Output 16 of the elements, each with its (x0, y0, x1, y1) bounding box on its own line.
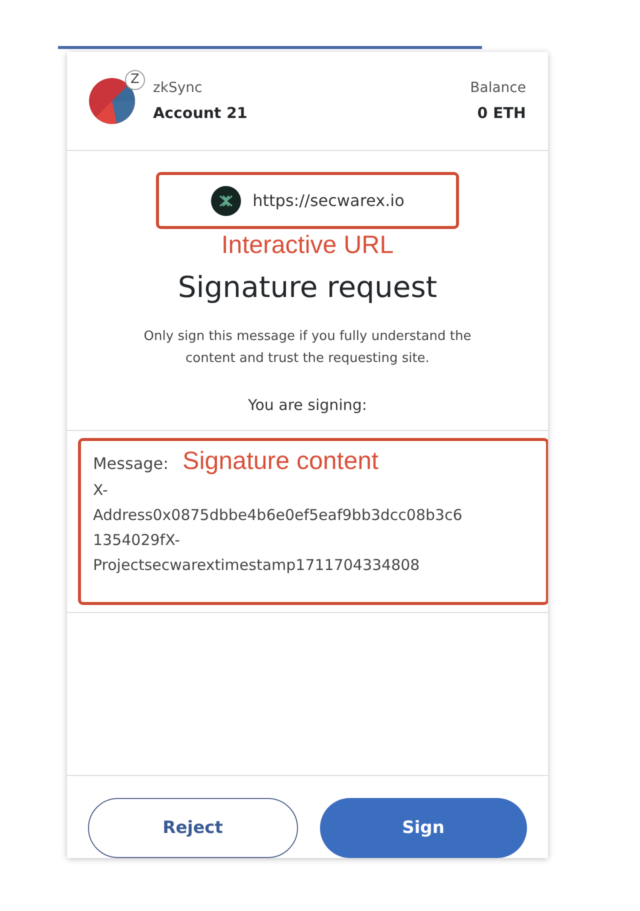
request-title: Signature request (176, 270, 438, 304)
network-name: zkSync (153, 80, 204, 96)
message-label: Message: (93, 454, 169, 473)
message-content: X-Address0x0875dbbe4b6e0ef5eaf9bb3dcc08b3c61354029fX-Projectsecwarextimestamp1711704334808 (93, 480, 464, 576)
annotation-label: Interactive URL (221, 231, 394, 260)
request-description: Only sign this message if you fully understand the content and trust the requesting site. (142, 328, 472, 368)
signing-label: You are signing: (67, 396, 548, 431)
network-badge: Z (125, 70, 145, 90)
site-logo-icon (210, 186, 241, 216)
sign-button[interactable]: Sign (320, 798, 527, 858)
account-name: Account 21 (153, 104, 248, 122)
balance-label: Balance (470, 80, 526, 96)
balance-value: 0 ETH (477, 104, 526, 122)
site-url: https://secwarex.io (252, 191, 404, 210)
reject-button[interactable]: Reject (88, 798, 298, 858)
annotation-label: Signature content (182, 447, 378, 476)
